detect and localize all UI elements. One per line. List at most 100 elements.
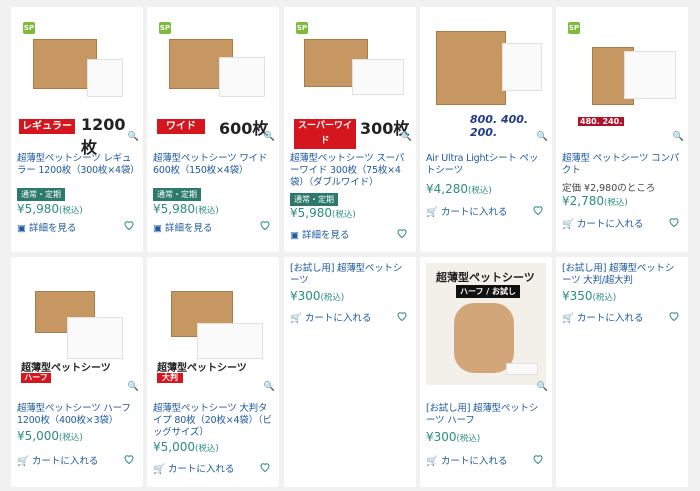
product-card[interactable]: SP ワイド 600枚 🔍 超薄型ペットシーツ ワイド 600枚（150枚×4袋… xyxy=(147,7,279,252)
image-band-label: レギュラー xyxy=(19,119,75,134)
sheet-image xyxy=(502,43,542,91)
cart-icon: 🛒 xyxy=(562,219,577,230)
product-image[interactable]: 超薄型ペットシーツ 大判 xyxy=(153,263,273,385)
add-to-cart-button[interactable]: 🛒 カートに入れる xyxy=(153,461,234,475)
product-card[interactable]: SP 480. 240. 🔍 超薄型 ペットシーツ コンパクト 定価 ¥2,98… xyxy=(556,7,688,252)
price: ¥5,980(税込) xyxy=(290,206,356,220)
sheet-image xyxy=(506,363,538,375)
product-title[interactable]: 超薄型 ペットシーツ コンパクト xyxy=(562,153,682,177)
zoom-icon[interactable]: 🔍 xyxy=(401,132,412,142)
carton-image xyxy=(436,31,506,105)
heart-icon[interactable] xyxy=(396,227,408,239)
product-title[interactable]: 超薄型ペットシーツ スーパーワイド 300枚（75枚×4袋）（ダブルワイド） xyxy=(290,153,410,189)
price: ¥300(税込) xyxy=(426,430,481,444)
sheet-image xyxy=(197,323,263,359)
price: ¥4,280(税込) xyxy=(426,182,492,196)
zoom-icon[interactable]: 🔍 xyxy=(537,132,548,142)
purchase-type-tag: 通常・定期 xyxy=(153,188,201,201)
purchase-type-tag: 通常・定期 xyxy=(290,193,338,206)
heart-icon[interactable] xyxy=(259,219,271,231)
product-title[interactable]: 超薄型ペットシーツ 大判タイプ 80枚（20枚×4袋）（ビッグサイズ） xyxy=(153,403,273,439)
product-card[interactable]: SP レギュラー 1200枚 🔍 超薄型ペットシーツ レギュラー 1200枚（3… xyxy=(11,7,143,252)
sp-badge-icon: SP xyxy=(23,22,35,34)
heart-icon[interactable] xyxy=(123,219,135,231)
zoom-icon[interactable]: 🔍 xyxy=(128,382,139,392)
zoom-icon[interactable]: 🔍 xyxy=(264,382,275,392)
sheet-image xyxy=(624,51,676,99)
purchase-type-tag: 通常・定期 xyxy=(17,188,65,201)
add-to-cart-button[interactable]: 🛒 カートに入れる xyxy=(426,453,507,467)
cart-icon: 🛒 xyxy=(426,456,441,467)
price: ¥300(税込) xyxy=(290,289,345,303)
heart-icon[interactable] xyxy=(396,310,408,322)
price: ¥2,780(税込) xyxy=(562,194,628,208)
heart-icon[interactable] xyxy=(668,216,680,228)
add-to-cart-button[interactable]: 🛒 カートに入れる xyxy=(290,310,371,324)
detail-link[interactable]: ▣ 詳細を見る xyxy=(153,220,213,234)
image-band-label: スーパーワイド xyxy=(294,119,356,149)
sp-badge-icon: SP xyxy=(159,22,171,34)
product-card[interactable]: [お試し用] 超薄型ペットシーツ 大判/超大判 ¥350(税込) 🛒 カートに入… xyxy=(556,257,688,487)
product-image[interactable]: 超薄型ペットシーツ ハーフ xyxy=(17,263,137,385)
dog-figure-image xyxy=(454,303,514,373)
add-to-cart-button[interactable]: 🛒 カートに入れる xyxy=(426,204,507,218)
product-image[interactable]: SP スーパーワイド 300枚 xyxy=(290,13,410,149)
cart-icon: 🛒 xyxy=(17,456,32,467)
zoom-icon[interactable]: 🔍 xyxy=(128,132,139,142)
heart-icon[interactable] xyxy=(532,453,544,465)
add-to-cart-button[interactable]: 🛒 カートに入れる xyxy=(17,453,98,467)
sp-badge-icon: SP xyxy=(296,22,308,34)
product-image[interactable]: 超薄型ペットシーツ ハーフ / お試し xyxy=(426,263,546,385)
detail-link[interactable]: ▣ 詳細を見る xyxy=(290,227,350,241)
product-card[interactable]: 超薄型ペットシーツ ハーフ / お試し 🔍 [お試し用] 超薄型ペットシーツ ハ… xyxy=(420,257,552,487)
image-band-label: ワイド xyxy=(157,119,205,134)
product-card[interactable]: [お試し用] 超薄型ペットシーツ ¥300(税込) 🛒 カートに入れる xyxy=(284,257,416,487)
image-band-label: ハーフ xyxy=(21,373,51,383)
price: ¥5,000(税込) xyxy=(153,440,219,454)
sp-badge-icon: SP xyxy=(568,22,580,34)
list-price: 定価 ¥2,980のところ xyxy=(562,183,656,194)
image-numbers: 480. 240. xyxy=(578,117,625,126)
cart-icon: 🛒 xyxy=(153,464,168,475)
product-card[interactable]: SP スーパーワイド 300枚 🔍 超薄型ペットシーツ スーパーワイド 300枚… xyxy=(284,7,416,252)
cart-icon: 🛒 xyxy=(290,313,305,324)
add-to-cart-button[interactable]: 🛒 カートに入れる xyxy=(562,216,643,230)
price: ¥350(税込) xyxy=(562,289,617,303)
product-title[interactable]: 超薄型ペットシーツ ワイド 600枚（150枚×4袋） xyxy=(153,153,273,177)
add-to-cart-button[interactable]: 🛒 カートに入れる xyxy=(562,310,643,324)
product-title[interactable]: [お試し用] 超薄型ペットシーツ ハーフ xyxy=(426,403,546,427)
product-card[interactable]: 超薄型ペットシーツ 大判 🔍 超薄型ペットシーツ 大判タイプ 80枚（20枚×4… xyxy=(147,257,279,487)
product-title[interactable]: [お試し用] 超薄型ペットシーツ xyxy=(290,263,410,287)
product-image[interactable]: SP 480. 240. xyxy=(562,13,682,135)
product-grid: SP レギュラー 1200枚 🔍 超薄型ペットシーツ レギュラー 1200枚（3… xyxy=(0,0,700,491)
detail-icon: ▣ xyxy=(290,230,302,241)
product-card[interactable]: 800. 400. 200. 🔍 Air Ultra Lightシート ペットシ… xyxy=(420,7,552,252)
image-brand: 超薄型ペットシーツ xyxy=(157,363,247,374)
zoom-icon[interactable]: 🔍 xyxy=(673,132,684,142)
sheet-image xyxy=(87,59,123,97)
product-title[interactable]: [お試し用] 超薄型ペットシーツ 大判/超大判 xyxy=(562,263,682,287)
sheet-image xyxy=(219,57,265,97)
product-title[interactable]: Air Ultra Lightシート ペットシーツ xyxy=(426,153,546,177)
image-count: 600枚 xyxy=(219,119,269,138)
heart-icon[interactable] xyxy=(668,310,680,322)
product-card[interactable]: 超薄型ペットシーツ ハーフ 🔍 超薄型ペットシーツ ハーフ 1200枚（400枚… xyxy=(11,257,143,487)
zoom-icon[interactable]: 🔍 xyxy=(264,132,275,142)
heart-icon[interactable] xyxy=(532,204,544,216)
detail-icon: ▣ xyxy=(153,223,165,234)
image-band-label: ハーフ / お試し xyxy=(456,285,521,298)
product-image[interactable]: 800. 400. 200. xyxy=(426,13,546,139)
product-image[interactable]: SP レギュラー 1200枚 xyxy=(17,13,137,157)
image-brand: 超薄型ペットシーツ xyxy=(21,363,111,374)
heart-icon[interactable] xyxy=(123,453,135,465)
product-image[interactable]: SP ワイド 600枚 xyxy=(153,13,273,138)
heart-icon[interactable] xyxy=(259,461,271,473)
product-title[interactable]: 超薄型ペットシーツ ハーフ 1200枚（400枚×3袋） xyxy=(17,403,137,427)
image-brand: 超薄型ペットシーツ xyxy=(436,271,535,284)
sheet-image xyxy=(352,59,404,95)
detail-link[interactable]: ▣ 詳細を見る xyxy=(17,220,77,234)
zoom-icon[interactable]: 🔍 xyxy=(537,382,548,392)
product-title[interactable]: 超薄型ペットシーツ レギュラー 1200枚（300枚×4袋） xyxy=(17,153,140,177)
price: ¥5,980(税込) xyxy=(153,202,219,216)
price: ¥5,000(税込) xyxy=(17,429,83,443)
